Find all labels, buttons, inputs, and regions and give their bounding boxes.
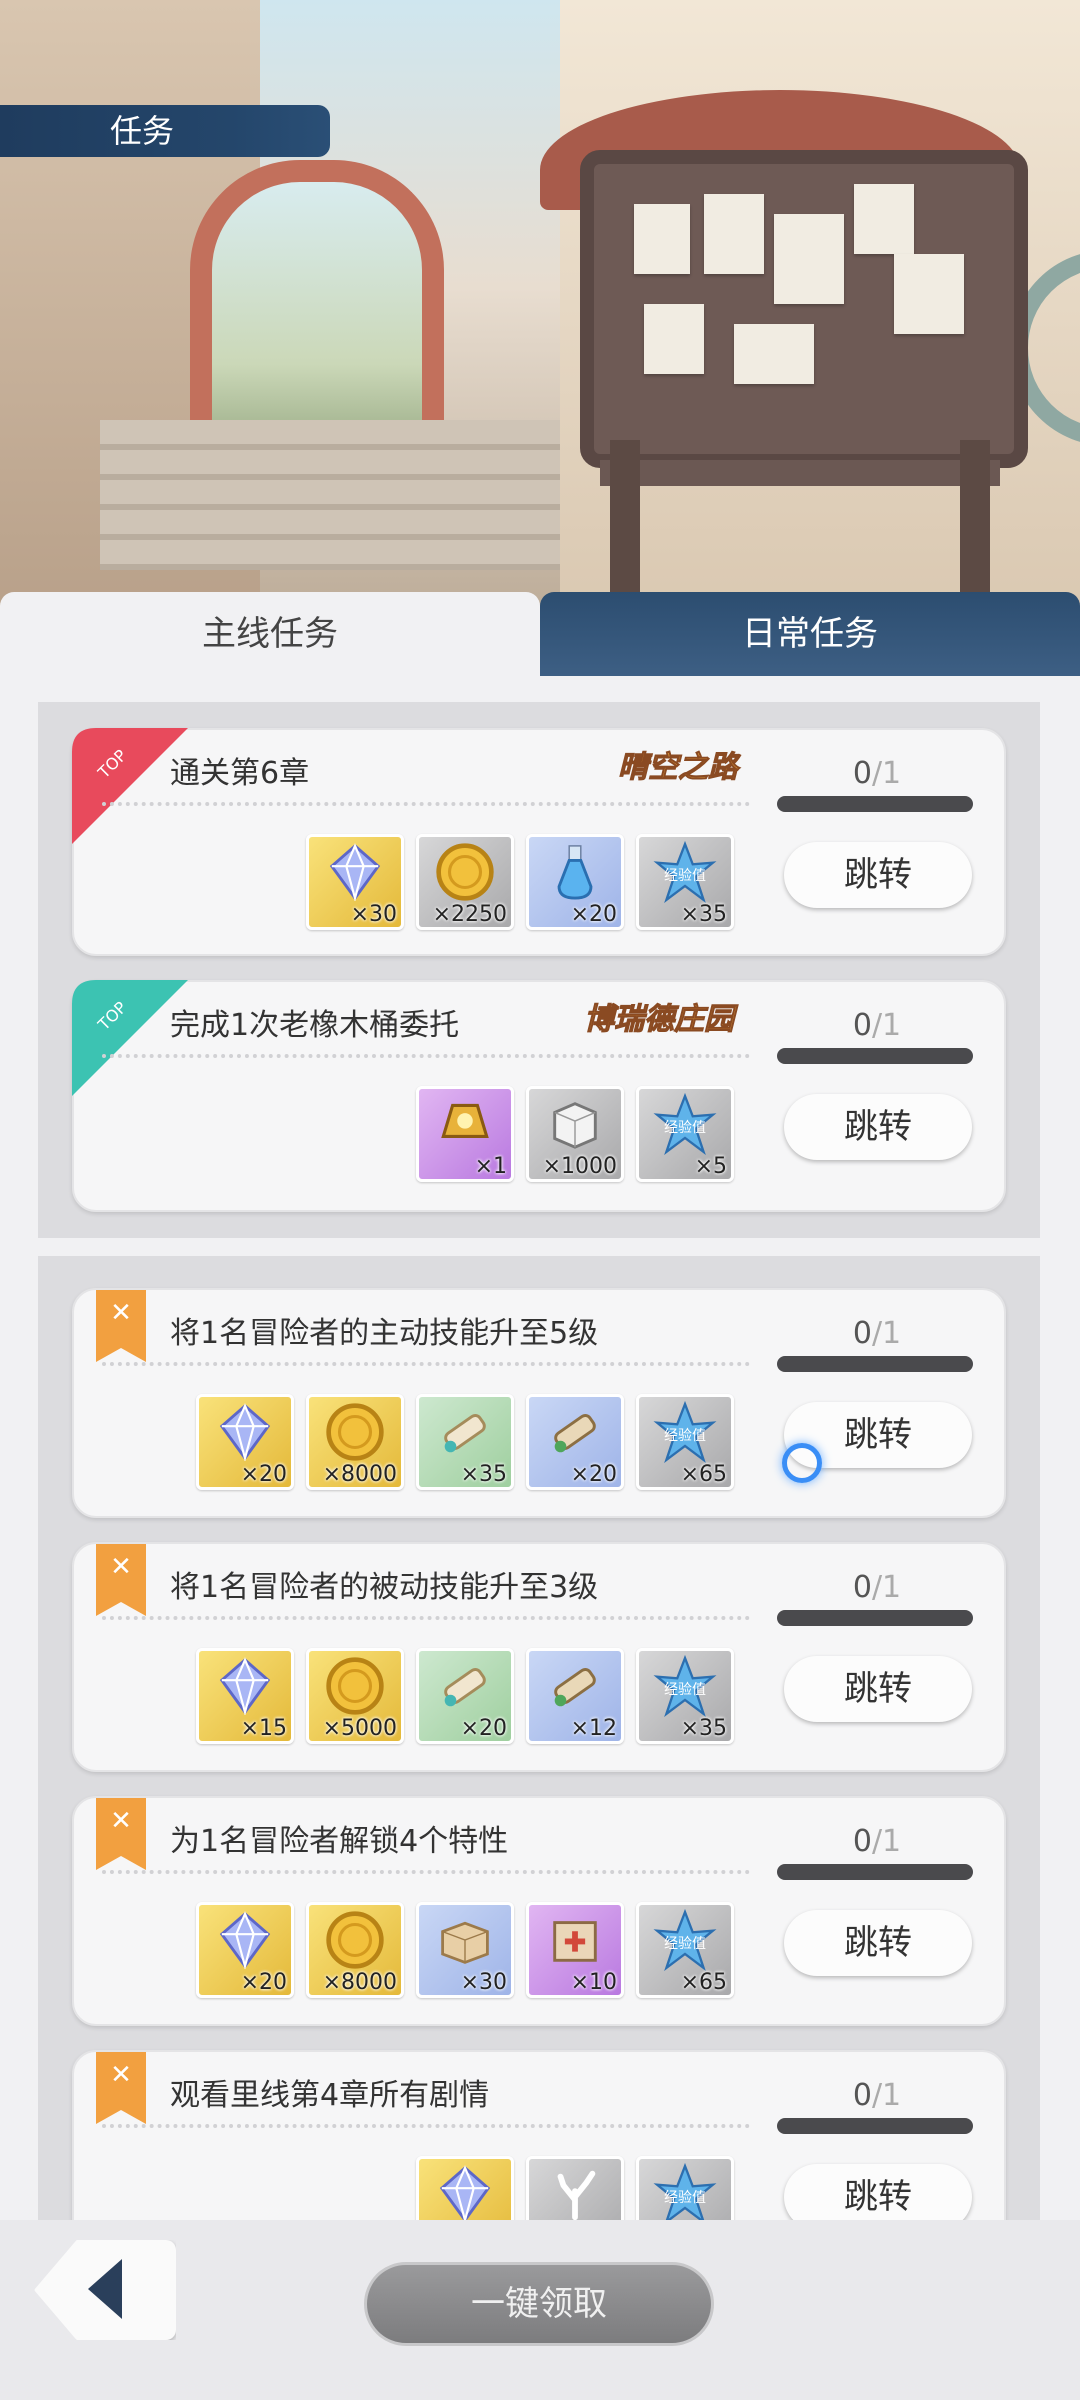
quest-card: ✕ 为1名冒险者解锁4个特性 0/1 ×20 ×8000 ×30 ×10 经验值… (72, 1796, 1006, 2026)
coral-icon[interactable] (526, 2156, 624, 2220)
quest-label: 完成1次老橡木桶委托 (170, 1008, 460, 1043)
quest-label: 观看里线第4章所有剧情 (170, 2078, 490, 2113)
goto-button[interactable]: 跳转 (784, 1094, 972, 1160)
reward-list: ×30 ×2250 ×20 经验值 ×35 (306, 834, 734, 930)
divider (102, 2124, 750, 2128)
notice-board (580, 150, 1028, 468)
package-icon[interactable]: ×30 (416, 1902, 514, 1998)
svg-text:经验值: 经验值 (664, 1120, 706, 1136)
quest-progress: 0/1 (852, 1824, 902, 1859)
svg-text:经验值: 经验值 (664, 1682, 706, 1698)
claim-all-button[interactable]: 一键领取 (364, 2262, 714, 2346)
quest-label: 通关第6章 (170, 756, 310, 791)
stone-stairs (100, 420, 580, 570)
region-tag: 晴空之路 (618, 750, 739, 786)
gem-icon[interactable]: ×20 (196, 1394, 294, 1490)
gem-icon[interactable]: ×15 (196, 1648, 294, 1744)
svg-text:经验值: 经验值 (664, 2190, 706, 2206)
tab-bar: 主线任务 日常任务 (0, 592, 1080, 676)
tab-main-quests[interactable]: 主线任务 (0, 592, 540, 676)
gem-icon[interactable]: ×20 (196, 1902, 294, 1998)
progress-bar (777, 1864, 973, 1880)
quest-badge-icon: ✕ (96, 1798, 146, 1870)
quest-progress: 0/1 (852, 1008, 902, 1043)
gold-coin-icon[interactable]: ×8000 (306, 1902, 404, 1998)
background-scene (0, 0, 1080, 640)
exp-crystal-icon[interactable]: 经验值 ×65 (636, 1394, 734, 1490)
divider (102, 1054, 750, 1058)
svg-text:经验值: 经验值 (664, 1936, 706, 1952)
potion-icon[interactable]: ×20 (526, 834, 624, 930)
skill-scroll-icon[interactable]: ×20 (416, 1648, 514, 1744)
goto-button[interactable]: 跳转 (784, 842, 972, 908)
skill-scroll-icon[interactable]: ×12 (526, 1648, 624, 1744)
exp-crystal-icon[interactable]: 经验值 ×65 (636, 1902, 734, 1998)
reward-list: 经验值 (416, 2156, 734, 2220)
gem-icon[interactable] (416, 2156, 514, 2220)
quest-progress: 0/1 (852, 2078, 902, 2113)
gem-icon[interactable]: ×30 (306, 834, 404, 930)
divider (102, 1870, 750, 1874)
progress-bar (777, 1610, 973, 1626)
back-arrow-icon (88, 2259, 122, 2319)
goto-button[interactable]: 跳转 (784, 1656, 972, 1722)
divider (102, 1362, 750, 1366)
quest-progress: 0/1 (852, 1316, 902, 1351)
quest-group: ✕ 将1名冒险者的主动技能升至5级 0/1 ×20 ×8000 ×35 ×20 (38, 1256, 1040, 2220)
divider (102, 1616, 750, 1620)
exp-crystal-icon[interactable]: 经验值 ×5 (636, 1086, 734, 1182)
skill-scroll-icon[interactable]: ×35 (416, 1394, 514, 1490)
divider (102, 802, 750, 806)
quest-list[interactable]: TOP 通关第6章 晴空之路 0/1 ×30 ×2250 ×20 经验值 ×35… (0, 676, 1080, 2220)
quest-card: ✕ 观看里线第4章所有剧情 0/1 经验值 跳转 (72, 2050, 1006, 2220)
tab-daily-quests[interactable]: 日常任务 (540, 592, 1080, 676)
quest-badge-icon: ✕ (96, 2052, 146, 2124)
gold-coin-icon[interactable]: ×2250 (416, 834, 514, 930)
svg-text:经验值: 经验值 (664, 868, 706, 884)
material-block-icon[interactable]: ×1000 (526, 1086, 624, 1182)
reward-list: ×15 ×5000 ×20 ×12 经验值 ×35 (196, 1648, 734, 1744)
quest-progress: 0/1 (852, 756, 902, 791)
quest-label: 为1名冒险者解锁4个特性 (170, 1824, 509, 1859)
quest-badge-icon: ✕ (96, 1290, 146, 1362)
exp-crystal-icon[interactable]: 经验值 ×35 (636, 1648, 734, 1744)
pinned-quest-group: TOP 通关第6章 晴空之路 0/1 ×30 ×2250 ×20 经验值 ×35… (38, 702, 1040, 1238)
region-tag: 博瑞德庄园 (584, 1002, 735, 1038)
reward-list: ×20 ×8000 ×35 ×20 经验值 ×65 (196, 1394, 734, 1490)
gold-coin-icon[interactable]: ×5000 (306, 1648, 404, 1744)
quest-progress: 0/1 (852, 1570, 902, 1605)
goto-button[interactable]: 跳转 (784, 1910, 972, 1976)
exp-crystal-icon[interactable]: 经验值 ×35 (636, 834, 734, 930)
reward-list: ×20 ×8000 ×30 ×10 经验值 ×65 (196, 1902, 734, 1998)
quest-badge-icon: ✕ (96, 1544, 146, 1616)
goto-button[interactable]: 跳转 (784, 2164, 972, 2220)
quest-label: 将1名冒险者的主动技能升至5级 (170, 1316, 599, 1351)
supply-box-icon[interactable]: ×10 (526, 1902, 624, 1998)
golden-relic-icon[interactable]: ×1 (416, 1086, 514, 1182)
reward-list: ×1 ×1000 经验值 ×5 (416, 1086, 734, 1182)
quest-card: ✕ 将1名冒险者的被动技能升至3级 0/1 ×15 ×5000 ×20 ×12 (72, 1542, 1006, 1772)
exp-crystal-icon[interactable]: 经验值 (636, 2156, 734, 2220)
progress-bar (777, 2118, 973, 2134)
touch-indicator (782, 1443, 822, 1483)
skill-scroll-icon[interactable]: ×20 (526, 1394, 624, 1490)
progress-bar (777, 796, 973, 812)
svg-text:经验值: 经验值 (664, 1428, 706, 1444)
pinned-quest-card: TOP 通关第6章 晴空之路 0/1 ×30 ×2250 ×20 经验值 ×35… (72, 728, 1006, 956)
pinned-quest-card: TOP 完成1次老橡木桶委托 博瑞德庄园 0/1 ×1 ×1000 经验值 ×5… (72, 980, 1006, 1212)
progress-bar (777, 1356, 973, 1372)
quest-card: ✕ 将1名冒险者的主动技能升至5级 0/1 ×20 ×8000 ×35 ×20 (72, 1288, 1006, 1518)
quest-label: 将1名冒险者的被动技能升至3级 (170, 1570, 599, 1605)
stone-archway (190, 160, 444, 442)
progress-bar (777, 1048, 973, 1064)
gold-coin-icon[interactable]: ×8000 (306, 1394, 404, 1490)
page-title: 任务 (0, 105, 330, 157)
